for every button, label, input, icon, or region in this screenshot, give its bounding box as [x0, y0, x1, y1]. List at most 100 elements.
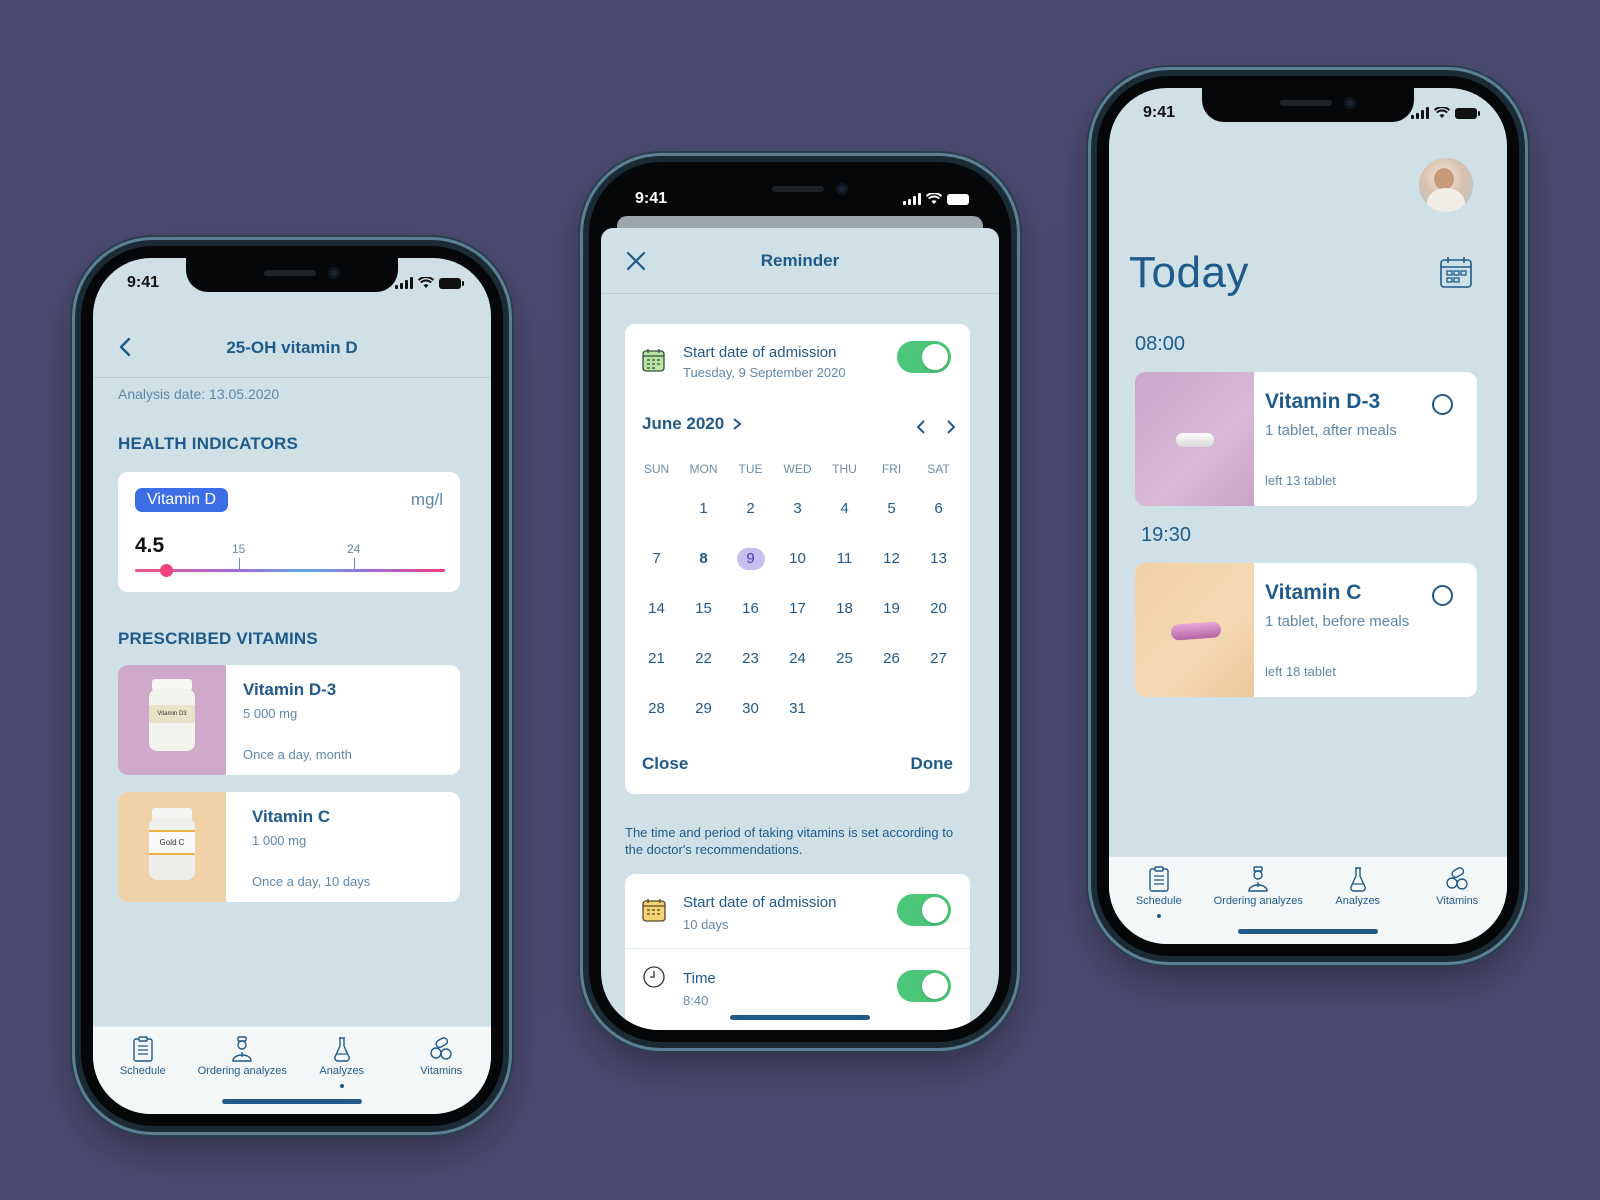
slot-time: 08:00 [1135, 333, 1186, 355]
reminder-screen: 9:41 Reminder Start date of admission Tu… [601, 174, 999, 1030]
calendar-day[interactable]: 7 [633, 548, 680, 598]
vitamin-dose: 5 000 mg [243, 706, 298, 721]
calendar-day[interactable]: 19 [868, 598, 915, 648]
flask-icon [333, 1037, 350, 1062]
weekday-label: FRI [881, 462, 902, 476]
calendar-day[interactable]: 21 [633, 648, 680, 698]
clipboard-icon [1149, 866, 1169, 892]
calendar-day[interactable]: 4 [821, 498, 868, 548]
vitamin-card-d3[interactable]: Vitamin D3 Vitamin D-3 5 000 mg Once a d… [118, 665, 460, 775]
calendar-card: Start date of admission Tuesday, 9 Septe… [625, 324, 970, 794]
calendar-day[interactable]: 13 [915, 548, 962, 598]
vitamin-c-bottle-label: Gold C [149, 830, 195, 855]
home-indicator [1238, 929, 1378, 934]
today-screen: 9:41 Today 08:00 Vitamin D-3 1 tablet, a… [1109, 88, 1507, 944]
calendar-day[interactable]: 26 [868, 648, 915, 698]
time-toggle[interactable] [897, 970, 951, 1002]
calendar-day[interactable]: 5 [868, 498, 915, 548]
calendar-day[interactable]: 30 [727, 698, 774, 748]
calendar-day[interactable]: 22 [680, 648, 727, 698]
dose-card[interactable]: Vitamin D-3 1 tablet, after meals left 1… [1135, 372, 1477, 506]
vitamin-name: Vitamin C [252, 807, 331, 826]
calendar-day[interactable]: 29 [680, 698, 727, 748]
weekday-label: SAT [927, 462, 950, 476]
prev-month-icon[interactable] [914, 419, 928, 435]
calendar-day[interactable]: 16 [727, 598, 774, 648]
next-month-icon[interactable] [944, 419, 958, 435]
calendar-day[interactable]: 25 [821, 648, 868, 698]
calendar-day[interactable]: 8 [680, 548, 727, 598]
vitamin-instruction: 1 tablet, after meals [1265, 422, 1397, 439]
back-arrow-icon[interactable] [115, 336, 137, 358]
home-indicator [222, 1099, 362, 1104]
active-tab-indicator [339, 1084, 344, 1088]
page-title: 25-OH vitamin D [226, 337, 358, 357]
pill-image [1135, 372, 1254, 506]
start-date-value: Tuesday, 9 September 2020 [683, 365, 846, 380]
vitamin-schedule: Once a day, 10 days [252, 874, 371, 889]
tab-label: Vitamins [1436, 895, 1479, 907]
avatar[interactable] [1419, 158, 1473, 212]
start-date-toggle[interactable] [897, 341, 951, 373]
taken-checkbox[interactable] [1432, 394, 1453, 415]
analysis-screen: 9:41 25-OH vitamin D Analysis date: 13.0… [93, 258, 491, 1114]
tab-vitamins[interactable]: Vitamins [396, 1035, 486, 1114]
taken-checkbox[interactable] [1432, 585, 1453, 606]
calendar-day[interactable]: 24 [774, 648, 821, 698]
calendar-icon[interactable] [1439, 254, 1473, 290]
sheet-title: Reminder [760, 250, 840, 270]
calendar-day[interactable]: 27 [915, 648, 962, 698]
calendar-day[interactable]: 23 [727, 648, 774, 698]
period-label: Start date of admission [683, 894, 837, 911]
period-toggle[interactable] [897, 894, 951, 926]
calendar-day[interactable]: 1 [680, 498, 727, 548]
page-title: Today [1129, 248, 1249, 297]
tab-vitamins[interactable]: Vitamins [1412, 865, 1502, 944]
indicator-scale [135, 569, 445, 572]
calendar-day[interactable]: 11 [821, 548, 868, 598]
close-icon[interactable] [625, 250, 647, 272]
vitamin-d3-bottle-image: Vitamin D3 [118, 665, 226, 775]
calendar-day[interactable]: 2 [727, 498, 774, 548]
calendar-day[interactable]: 15 [680, 598, 727, 648]
calendar-day[interactable]: 12 [868, 548, 915, 598]
time-value: 8:40 [683, 993, 709, 1008]
tab-schedule[interactable]: Schedule [98, 1035, 188, 1114]
time-row[interactable]: Time 8:40 [625, 950, 970, 1025]
calendar-day[interactable]: 10 [774, 548, 821, 598]
calendar-day[interactable]: 6 [915, 498, 962, 548]
close-button[interactable]: Close [642, 754, 688, 774]
calendar-icon [642, 349, 665, 372]
flask-icon [1349, 867, 1366, 892]
signal-icon [1411, 107, 1429, 119]
settings-card: Start date of admission 10 days Time 8:4… [625, 874, 970, 1030]
calendar-day[interactable]: 31 [774, 698, 821, 748]
nav-bar: 25-OH vitamin D [93, 318, 491, 378]
tab-schedule[interactable]: Schedule [1114, 865, 1204, 944]
indicator-unit: mg/l [410, 490, 443, 509]
period-row[interactable]: Start date of admission 10 days [625, 874, 970, 949]
calendar-day[interactable]: 17 [774, 598, 821, 648]
phone-today: 9:41 Today 08:00 Vitamin D-3 1 tablet, a… [1091, 70, 1525, 962]
calendar-day[interactable]: 20 [915, 598, 962, 648]
done-button[interactable]: Done [911, 754, 954, 774]
selected-day-label: 9 [736, 548, 765, 570]
calendar-day[interactable]: 9 [727, 548, 774, 598]
wifi-icon [926, 193, 942, 204]
phone-reminder: 9:41 Reminder Start date of admission Tu… [583, 156, 1017, 1048]
month-label: June 2020 [642, 414, 725, 433]
vitamin-card-c[interactable]: Gold C Vitamin C 1 000 mg Once a day, 10… [118, 792, 460, 902]
calendar-day[interactable]: 3 [774, 498, 821, 548]
calendar-day[interactable]: 28 [633, 698, 680, 748]
calendar-day[interactable]: 18 [821, 598, 868, 648]
calendar-period-icon [642, 899, 666, 922]
calendar-day[interactable]: 14 [633, 598, 680, 648]
indicator-value: 4.5 [135, 534, 165, 557]
indicator-badge: Vitamin D [135, 488, 229, 512]
dose-card[interactable]: Vitamin C 1 tablet, before meals left 18… [1135, 563, 1477, 697]
wifi-icon [418, 277, 434, 288]
doctor-icon [232, 1036, 252, 1062]
month-picker[interactable]: June 2020 [642, 414, 742, 434]
indicator-tick-1: 15 [232, 542, 246, 556]
calendar-day-empty [633, 498, 680, 548]
